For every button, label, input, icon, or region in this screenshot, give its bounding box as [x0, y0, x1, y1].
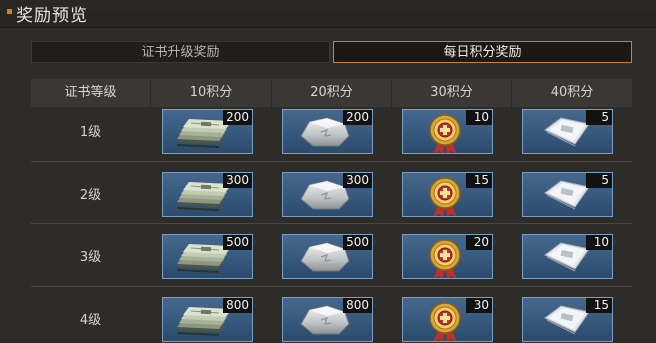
reward-slot[interactable]: 800	[162, 297, 253, 342]
header-10-points: 10积分	[150, 79, 271, 107]
reward-slot[interactable]: 15	[522, 297, 613, 342]
reward-quantity: 20	[466, 235, 492, 250]
reward-quantity: 300	[343, 173, 372, 188]
row-level-label: 3级	[79, 250, 102, 265]
row-level-label: 4级	[79, 313, 102, 328]
reward-slot[interactable]: 300	[162, 172, 253, 217]
reward-slot[interactable]: 5	[522, 172, 613, 217]
reward-slot[interactable]: 800	[282, 297, 373, 342]
reward-slot[interactable]: 20	[402, 234, 493, 279]
reward-slot[interactable]: 500	[162, 234, 253, 279]
reward-quantity: 200	[223, 110, 252, 125]
row-level-label: 2级	[79, 188, 102, 203]
reward-slot[interactable]: 10	[522, 234, 613, 279]
header-20-points: 20积分	[271, 79, 391, 107]
reward-quantity: 10	[466, 110, 492, 125]
reward-slot[interactable]: 15	[402, 172, 493, 217]
reward-slot[interactable]: 500	[282, 234, 373, 279]
reward-slot[interactable]: 300	[282, 172, 373, 217]
reward-quantity: 500	[343, 235, 372, 250]
table-header: 证书等级 10积分 20积分 30积分 40积分	[31, 79, 632, 107]
reward-slot[interactable]: 10	[402, 109, 493, 154]
reward-slot[interactable]: 200	[162, 109, 253, 154]
tab-certificate-upgrade-rewards[interactable]: 证书升级奖励	[31, 41, 330, 63]
reward-quantity: 5	[586, 110, 612, 125]
row-divider	[31, 286, 632, 287]
reward-slot[interactable]: 200	[282, 109, 373, 154]
reward-quantity: 5	[586, 173, 612, 188]
reward-slot[interactable]: 5	[522, 109, 613, 154]
header-30-points: 30积分	[391, 79, 511, 107]
reward-quantity: 15	[586, 298, 612, 313]
reward-quantity: 300	[223, 173, 252, 188]
tab-daily-points-rewards[interactable]: 每日积分奖励	[333, 41, 632, 63]
row-divider	[31, 223, 632, 224]
title-bar: 奖励预览	[0, 0, 656, 28]
reward-quantity: 30	[466, 298, 492, 313]
row-level-label: 1级	[79, 125, 102, 140]
reward-quantity: 200	[343, 110, 372, 125]
reward-quantity: 500	[223, 235, 252, 250]
header-level: 证书等级	[31, 79, 150, 107]
reward-quantity: 15	[466, 173, 492, 188]
reward-quantity: 800	[223, 298, 252, 313]
reward-quantity: 800	[343, 298, 372, 313]
title-marker-icon	[7, 9, 12, 14]
row-divider	[31, 161, 632, 162]
reward-slot[interactable]: 30	[402, 297, 493, 342]
page-title: 奖励预览	[16, 6, 88, 26]
header-40-points: 40积分	[511, 79, 632, 107]
reward-quantity: 10	[586, 235, 612, 250]
